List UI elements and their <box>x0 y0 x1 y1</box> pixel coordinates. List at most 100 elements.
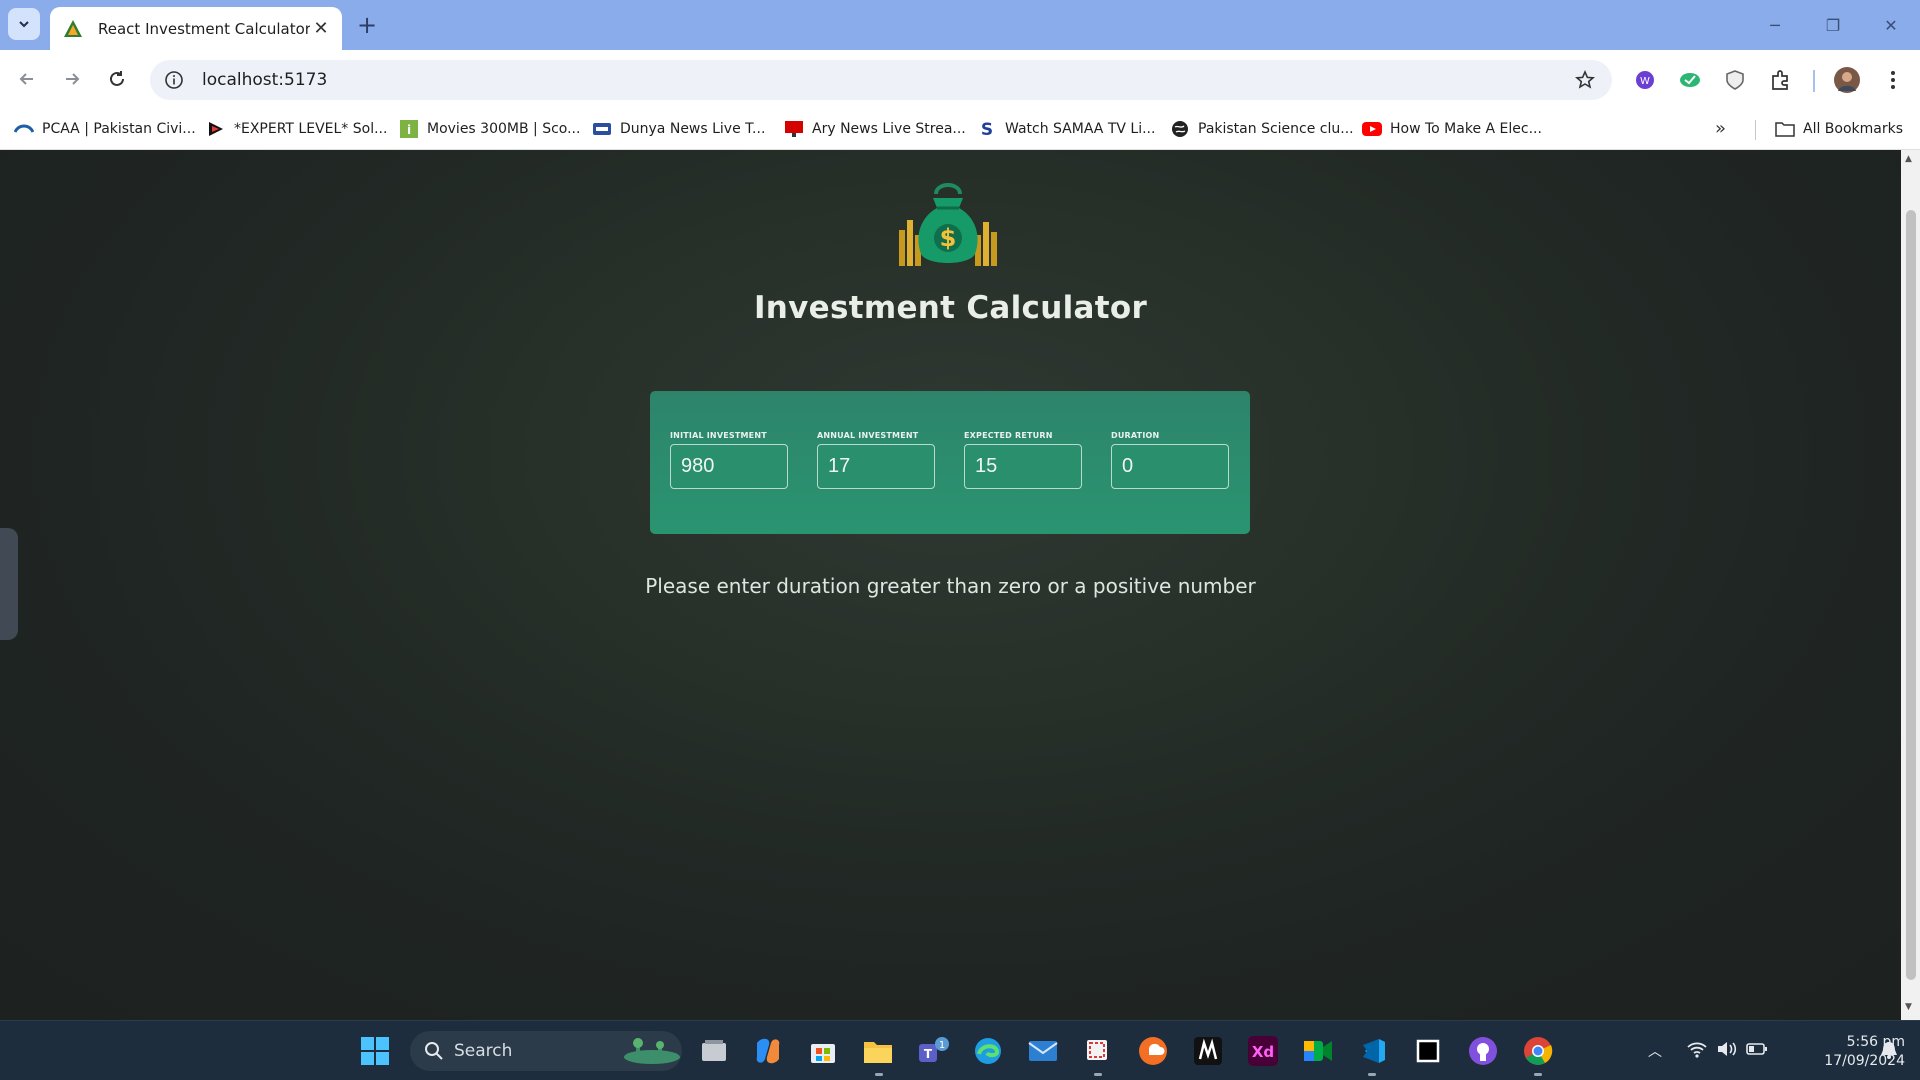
google-meet-icon[interactable] <box>1301 1034 1335 1068</box>
site-info-icon[interactable] <box>162 68 186 92</box>
profile-avatar[interactable] <box>1834 67 1860 93</box>
url-text: localhost:5173 <box>202 70 328 90</box>
task-view-icon[interactable] <box>697 1034 731 1068</box>
more-bookmarks-icon[interactable]: » <box>1715 118 1726 139</box>
initial-investment-input[interactable] <box>670 444 788 489</box>
scrollbar-thumb[interactable] <box>1906 210 1916 980</box>
svg-text:i: i <box>407 123 411 137</box>
scroll-up-icon[interactable]: ▲ <box>1905 154 1912 164</box>
tab-search-button[interactable] <box>8 8 40 40</box>
close-tab-icon[interactable]: ✕ <box>310 18 332 40</box>
mail-icon[interactable] <box>1026 1034 1060 1068</box>
svg-text:W: W <box>1640 76 1650 87</box>
search-label: Search <box>454 1041 513 1061</box>
page-scrollbar[interactable]: ▲ ▼ <box>1901 150 1920 1020</box>
edge-icon[interactable] <box>971 1034 1005 1068</box>
adobe-xd-icon[interactable]: Xd <box>1246 1034 1280 1068</box>
all-bookmarks-button[interactable]: All Bookmarks <box>1775 116 1903 142</box>
reload-button[interactable] <box>100 62 134 96</box>
soundcloud-icon[interactable] <box>1136 1034 1170 1068</box>
page-title: Investment Calculator <box>753 290 1148 326</box>
bookmarks-bar: PCAA | Pakistan Civi... *EXPERT LEVEL* S… <box>0 108 1920 150</box>
input-card: Initial Investment Annual Investment Exp… <box>650 391 1250 534</box>
bookmark-label: How To Make A Elec... <box>1390 121 1542 137</box>
extension-green-icon[interactable] <box>1677 67 1703 93</box>
copilot-icon[interactable] <box>751 1034 785 1068</box>
validation-message: Please enter duration greater than zero … <box>645 574 1256 598</box>
duration-input[interactable] <box>1111 444 1229 489</box>
windows-start-icon[interactable] <box>360 1036 390 1066</box>
folder-icon <box>1775 119 1795 139</box>
menu-dots-icon[interactable] <box>1880 67 1906 93</box>
microsoft-store-icon[interactable] <box>806 1034 840 1068</box>
bookmark-item[interactable]: Dunya News Live T... <box>592 116 765 142</box>
expert-icon <box>206 119 226 139</box>
bookmark-label: Dunya News Live T... <box>620 121 766 137</box>
bookmark-item[interactable]: S Watch SAMAA TV Li... <box>977 116 1156 142</box>
shield-icon[interactable] <box>1722 67 1748 93</box>
samaa-icon: S <box>977 119 997 139</box>
dunya-icon <box>592 119 612 139</box>
back-button[interactable] <box>10 62 44 96</box>
bookmark-item[interactable]: i Movies 300MB | Sco... <box>399 116 580 142</box>
vscode-icon[interactable] <box>1356 1034 1390 1068</box>
teams-icon[interactable]: T1 <box>916 1034 950 1068</box>
search-icon <box>425 1042 443 1060</box>
bookmark-star-icon[interactable] <box>1572 67 1598 93</box>
bookmark-item[interactable]: How To Make A Elec... <box>1362 116 1542 142</box>
bookmark-item[interactable]: Pakistan Science clu... <box>1170 116 1354 142</box>
bookmark-label: Movies 300MB | Sco... <box>427 121 581 137</box>
close-window-button[interactable]: ✕ <box>1862 0 1920 50</box>
wifi-icon[interactable] <box>1686 1039 1708 1059</box>
pcaa-icon <box>14 119 34 139</box>
bookmark-label: Pakistan Science clu... <box>1198 121 1354 137</box>
all-bookmarks-label: All Bookmarks <box>1803 121 1904 137</box>
mixed-app-icon[interactable] <box>1191 1034 1225 1068</box>
bookmark-label: Watch SAMAA TV Li... <box>1005 121 1156 137</box>
duration-field: Duration <box>1111 431 1229 489</box>
bookmark-item[interactable]: Ary News Live Strea... <box>784 116 966 142</box>
expected-return-input[interactable] <box>964 444 1082 489</box>
tab-title: React Investment Calculator <box>98 19 310 38</box>
restore-button[interactable]: ❐ <box>1804 0 1862 50</box>
svg-text:S: S <box>981 120 993 138</box>
scroll-down-icon[interactable]: ▼ <box>1905 1002 1912 1012</box>
annual-investment-label: Annual Investment <box>817 431 919 440</box>
volume-icon[interactable] <box>1716 1039 1738 1059</box>
show-hidden-icons[interactable]: ︿ <box>1648 1041 1662 1061</box>
bookmark-label: *EXPERT LEVEL* Sol... <box>234 121 388 137</box>
bookmark-label: Ary News Live Strea... <box>812 121 966 137</box>
bookmark-label: PCAA | Pakistan Civi... <box>42 121 196 137</box>
terminal-app-icon[interactable] <box>1411 1034 1445 1068</box>
new-tab-button[interactable]: + <box>352 10 382 40</box>
address-bar[interactable]: localhost:5173 <box>150 60 1612 100</box>
chevron-down-icon <box>19 21 29 28</box>
arrow-right-icon <box>66 73 80 85</box>
taskbar-search[interactable]: Search <box>410 1031 682 1071</box>
forward-button[interactable] <box>55 62 89 96</box>
annual-investment-field: Annual Investment <box>817 431 935 489</box>
battery-icon[interactable] <box>1746 1041 1768 1057</box>
minimize-button[interactable]: ─ <box>1746 0 1804 50</box>
annual-investment-input[interactable] <box>817 444 935 489</box>
taskbar: Search T1 Xd ︿ 5:56 pm 17/09/2024 <box>0 1020 1920 1080</box>
bookmark-item[interactable]: PCAA | Pakistan Civi... <box>14 116 196 142</box>
reload-icon <box>110 71 124 86</box>
extensions-puzzle-icon[interactable] <box>1768 67 1794 93</box>
browser-toolbar: localhost:5173 W <box>0 50 1920 108</box>
extension-purple-icon[interactable]: W <box>1632 67 1658 93</box>
svg-text:Xd: Xd <box>1252 1043 1274 1061</box>
app-favicon-icon <box>64 19 82 37</box>
file-explorer-icon[interactable] <box>861 1034 895 1068</box>
snipping-tool-icon[interactable] <box>1081 1034 1115 1068</box>
notification-bell-icon[interactable] <box>1878 1039 1900 1061</box>
github-icon[interactable] <box>1466 1034 1500 1068</box>
initial-investment-label: Initial Investment <box>670 431 767 440</box>
chrome-icon[interactable] <box>1521 1034 1555 1068</box>
tab-strip: React Investment Calculator ✕ + ─ ❐ ✕ <box>0 0 1920 50</box>
bookmark-item[interactable]: *EXPERT LEVEL* Sol... <box>206 116 387 142</box>
search-highlight-icon <box>624 1038 680 1064</box>
tab-active[interactable]: React Investment Calculator ✕ <box>50 7 342 50</box>
youtube-icon <box>1362 119 1382 139</box>
duration-label: Duration <box>1111 431 1160 440</box>
